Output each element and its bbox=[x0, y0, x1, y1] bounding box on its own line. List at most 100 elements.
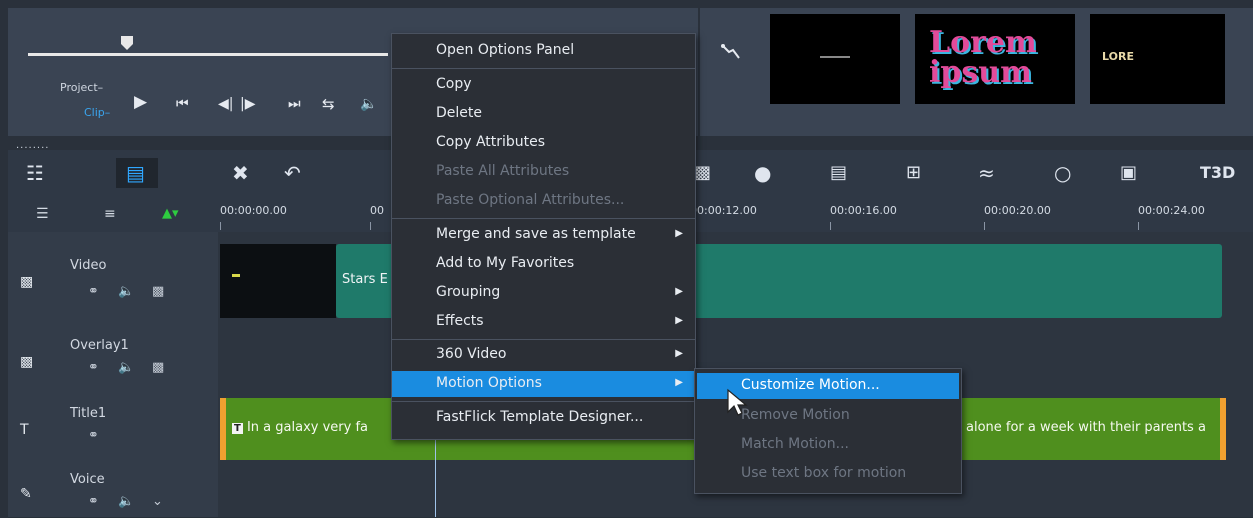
track-visibility-icon[interactable]: ▩ bbox=[152, 284, 164, 299]
track-volume-icon[interactable]: 🔈 bbox=[118, 360, 134, 375]
undo-icon[interactable]: ↶ bbox=[284, 162, 301, 184]
ruler-tick bbox=[1138, 222, 1139, 230]
play-icon[interactable]: ▶ bbox=[134, 92, 147, 112]
timeline-ruler[interactable]: 00:00:00.00 00 00:00:12.00 00:00:16.00 0… bbox=[218, 196, 1253, 233]
scrub-handle[interactable] bbox=[120, 35, 134, 51]
menu-separator bbox=[392, 68, 695, 69]
thumbnail-lorem-text: Lorem ipsum bbox=[929, 25, 1037, 90]
track-manager-bar: ☰ ≡ ▲▾ bbox=[8, 196, 218, 232]
menu-delete[interactable]: Delete bbox=[392, 101, 695, 127]
track-header-title[interactable]: T Title1 ⚭ bbox=[8, 394, 218, 465]
menu-copy[interactable]: Copy bbox=[392, 72, 695, 98]
3d-title-icon[interactable]: T3D bbox=[1200, 162, 1235, 184]
menu-effects[interactable]: Effects ▶ bbox=[392, 309, 695, 335]
track-visibility-icon[interactable]: ▩ bbox=[152, 360, 164, 375]
menu-copy-attributes[interactable]: Copy Attributes bbox=[392, 130, 695, 156]
menu-360-video[interactable]: 360 Video ▶ bbox=[392, 342, 695, 368]
track-name: Title1 bbox=[70, 406, 107, 421]
ruler-tick bbox=[220, 222, 221, 230]
title-icon[interactable]: ▤ bbox=[830, 162, 847, 184]
library-thumbnail-lorem[interactable]: Lorem ipsum bbox=[915, 14, 1075, 104]
ruler-tick-label: 00:00:16.00 bbox=[830, 204, 897, 217]
clip-context-menu: Open Options Panel Copy Delete Copy Attr… bbox=[391, 33, 696, 440]
menu-item-label: Paste Optional Attributes... bbox=[436, 192, 625, 208]
timeline-view-button[interactable]: ▤ bbox=[116, 158, 158, 188]
menu-separator bbox=[392, 339, 695, 340]
tools-icon[interactable]: ✖ bbox=[232, 162, 249, 184]
link-icon[interactable]: ⚭ bbox=[88, 494, 99, 509]
title-clip-left-text: In a galaxy very fa bbox=[246, 420, 368, 435]
menu-item-label: Customize Motion... bbox=[741, 377, 880, 393]
submenu-arrow-icon: ▶ bbox=[675, 228, 683, 239]
previous-frame-icon[interactable]: ◀| bbox=[218, 94, 233, 114]
library-thumbnail-lore[interactable]: LORE bbox=[1090, 14, 1225, 104]
shape-icon[interactable]: ○ bbox=[1054, 162, 1071, 184]
thumbnail-lore-text: LORE bbox=[1102, 50, 1134, 63]
ruler-tick-label: 00:00:12.00 bbox=[690, 204, 757, 217]
motion-path-icon[interactable] bbox=[720, 42, 742, 64]
track-header-video[interactable]: ▩ Video ⚭ 🔈 ▩ bbox=[8, 232, 218, 321]
motion-options-submenu: Customize Motion... Remove Motion Match … bbox=[694, 368, 962, 494]
ruler-tick-label: 00:00:00.00 bbox=[220, 204, 287, 217]
mask-icon[interactable]: ● bbox=[754, 162, 771, 184]
add-marker-icon[interactable]: ▲▾ bbox=[162, 206, 179, 221]
menu-paste-all-attributes: Paste All Attributes bbox=[392, 159, 695, 185]
timeline-view-icon: ▤ bbox=[126, 161, 145, 185]
ruler-tick bbox=[830, 222, 831, 230]
scrub-bar[interactable] bbox=[28, 53, 388, 56]
menu-grouping[interactable]: Grouping ▶ bbox=[392, 280, 695, 306]
expand-track-icon[interactable]: ⌄ bbox=[152, 494, 163, 509]
menu-merge-save-template[interactable]: Merge and save as template ▶ bbox=[392, 222, 695, 248]
link-icon[interactable]: ⚭ bbox=[88, 428, 99, 443]
thumbnail-spark bbox=[232, 274, 240, 277]
link-icon[interactable]: ⚭ bbox=[88, 360, 99, 375]
library-thumbnail[interactable] bbox=[770, 14, 900, 104]
menu-add-to-favorites[interactable]: Add to My Favorites bbox=[392, 251, 695, 277]
track-name: Overlay1 bbox=[70, 338, 129, 353]
track-name: Voice bbox=[70, 472, 105, 487]
project-mode-label[interactable]: Project– bbox=[60, 81, 103, 94]
menu-motion-options[interactable]: Motion Options ▶ bbox=[392, 371, 695, 397]
menu-item-label: Paste All Attributes bbox=[436, 163, 570, 179]
mouse-cursor-icon bbox=[727, 388, 748, 416]
go-to-start-icon[interactable]: ⏮ bbox=[176, 94, 189, 114]
repeat-icon[interactable]: ⇆ bbox=[322, 94, 335, 114]
volume-icon[interactable]: 🔈 bbox=[360, 94, 377, 114]
chapter-icon[interactable]: ≡ bbox=[104, 206, 116, 222]
menu-use-text-box-for-motion: Use text box for motion bbox=[697, 461, 959, 487]
speed-icon[interactable]: ≈ bbox=[978, 162, 995, 184]
next-frame-icon[interactable]: |▶ bbox=[240, 94, 255, 114]
track-header-overlay[interactable]: ▩ Overlay1 ⚭ 🔈 ▩ bbox=[8, 320, 218, 395]
track-volume-icon[interactable]: 🔈 bbox=[118, 284, 134, 299]
title-track-icon: T bbox=[20, 422, 29, 438]
submenu-arrow-icon: ▶ bbox=[675, 377, 683, 388]
storyboard-view-icon[interactable]: ☷ bbox=[26, 162, 44, 184]
track-header-voice[interactable]: ✎ Voice ⚭ 🔈 ⌄ bbox=[8, 464, 218, 518]
menu-item-label: Delete bbox=[436, 105, 482, 121]
motion-tracking-icon[interactable]: ▩ bbox=[694, 162, 711, 184]
track-manager-icon[interactable]: ☰ bbox=[36, 206, 49, 222]
menu-open-options-panel[interactable]: Open Options Panel bbox=[392, 38, 695, 64]
submenu-arrow-icon: ▶ bbox=[675, 348, 683, 359]
menu-fastflick-template-designer[interactable]: FastFlick Template Designer... bbox=[392, 405, 695, 431]
menu-item-label: Effects bbox=[436, 313, 484, 329]
link-icon[interactable]: ⚭ bbox=[88, 284, 99, 299]
split-screen-icon[interactable]: ⊞ bbox=[906, 162, 921, 184]
submenu-arrow-icon: ▶ bbox=[675, 286, 683, 297]
menu-item-label: Open Options Panel bbox=[436, 42, 575, 58]
video-clip-label: Stars E bbox=[342, 272, 388, 287]
menu-item-label: Copy Attributes bbox=[436, 134, 546, 150]
go-to-end-icon[interactable]: ⏭ bbox=[288, 94, 301, 114]
video-clip-thumbnail[interactable] bbox=[220, 244, 336, 318]
title-clip-text-left: T In a galaxy very fa bbox=[232, 420, 368, 435]
overlay-track-icon: ▩ bbox=[20, 354, 34, 370]
track-volume-icon[interactable]: 🔈 bbox=[118, 494, 134, 509]
ruler-tick-label: 00:00:20.00 bbox=[984, 204, 1051, 217]
title-clip-text-right: alone for a week with their parents a bbox=[966, 420, 1206, 435]
menu-item-label: Add to My Favorites bbox=[436, 255, 575, 271]
submenu-arrow-icon: ▶ bbox=[675, 315, 683, 326]
clip-mode-label[interactable]: Clip– bbox=[84, 106, 110, 119]
ruler-tick bbox=[984, 222, 985, 230]
fit-icon[interactable]: ▣ bbox=[1120, 162, 1137, 184]
menu-match-motion: Match Motion... bbox=[697, 432, 959, 458]
